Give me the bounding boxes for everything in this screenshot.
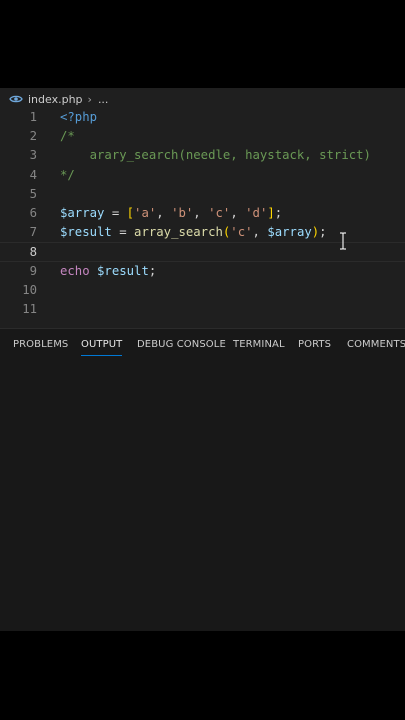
line-number: 5 (29, 186, 37, 201)
code-token: ] (267, 205, 275, 220)
code-token: 'a' (134, 205, 157, 220)
eye-icon (9, 92, 23, 106)
code-token: arary_search(needle, haystack, strict) (60, 148, 371, 163)
line-text: <?php (60, 108, 97, 127)
code-token: */ (60, 167, 75, 182)
code-token: $array (267, 225, 312, 240)
code-token: $result (97, 263, 149, 278)
chevron-right-icon: › (87, 92, 92, 106)
tab-output[interactable]: OUTPUT (81, 339, 123, 356)
line-text: $result = array_search('c', $array); (60, 223, 327, 242)
code-token: /* (60, 129, 75, 144)
code-token: = (104, 205, 127, 220)
code-token: , (230, 205, 246, 220)
code-line[interactable]: 3 arary_search(needle, haystack, strict) (0, 146, 405, 165)
output-content (0, 361, 405, 631)
tab-terminal[interactable]: TERMINAL (233, 339, 285, 350)
code-token: [ (126, 205, 135, 220)
code-line[interactable]: 2 /* (0, 127, 405, 146)
tab-problems[interactable]: PROBLEMS (13, 339, 68, 350)
editor-window: index.php › ... 1 <?php 2 /* 3 arary_search(… (0, 88, 405, 631)
code-token: $result (60, 225, 112, 240)
code-token: 'c' (230, 225, 253, 240)
code-line[interactable]: 9 echo $result; (0, 262, 405, 281)
tab-ports[interactable]: PORTS (298, 339, 331, 350)
code-token: 'b' (171, 205, 194, 220)
code-token: echo (60, 263, 90, 278)
bottom-panel: PROBLEMS OUTPUT DEBUG CONSOLE TERMINAL P… (0, 328, 405, 631)
line-number: 1 (29, 110, 37, 124)
code-token: $array (60, 205, 105, 220)
line-text: arary_search(needle, haystack, strict) (60, 146, 371, 165)
code-token: 'd' (245, 205, 268, 220)
code-token: <?php (60, 110, 98, 124)
line-text: */ (60, 166, 75, 185)
line-number: 9 (29, 263, 37, 278)
line-number: 10 (22, 282, 37, 297)
line-number: 6 (29, 205, 37, 220)
line-number: 4 (29, 167, 37, 182)
code-line[interactable]: 11 (0, 300, 405, 319)
panel-tab-bar: PROBLEMS OUTPUT DEBUG CONSOLE TERMINAL P… (0, 329, 405, 361)
line-text: /* (60, 127, 75, 146)
line-number: 2 (29, 129, 37, 144)
code-line[interactable]: 4 */ (0, 166, 405, 185)
code-token: array_search (134, 225, 223, 240)
tab-comments[interactable]: COMMENTS (347, 339, 405, 350)
code-token: = (111, 225, 135, 240)
tab-debug-console[interactable]: DEBUG CONSOLE (137, 339, 226, 350)
breadcrumb-symbols[interactable]: ... (98, 93, 109, 106)
line-number: 11 (22, 301, 37, 316)
code-token: ; (274, 205, 283, 220)
line-number: 7 (29, 225, 37, 240)
code-token: ; (148, 263, 157, 278)
line-text: echo $result; (60, 262, 156, 281)
code-editor[interactable]: 1 <?php 2 /* 3 arary_search(needle, haystack… (0, 108, 405, 319)
code-line[interactable]: 10 (0, 281, 405, 300)
code-token: , (252, 225, 268, 240)
breadcrumb: index.php › ... (0, 88, 405, 110)
code-token: ; (319, 225, 327, 240)
code-line[interactable]: 5 (0, 185, 405, 204)
code-token: , (193, 205, 209, 220)
line-text: $array = ['a', 'b', 'c', 'd']; (60, 204, 282, 223)
code-line[interactable]: 1 <?php (0, 108, 405, 127)
code-line[interactable]: 6 $array = ['a', 'b', 'c', 'd']; (0, 204, 405, 223)
text-cursor-icon (339, 232, 347, 250)
code-token: , (156, 205, 172, 220)
breadcrumb-file[interactable]: index.php (28, 93, 83, 106)
code-token: 'c' (208, 205, 231, 220)
line-number: 3 (29, 148, 37, 163)
line-number: 8 (29, 245, 37, 260)
